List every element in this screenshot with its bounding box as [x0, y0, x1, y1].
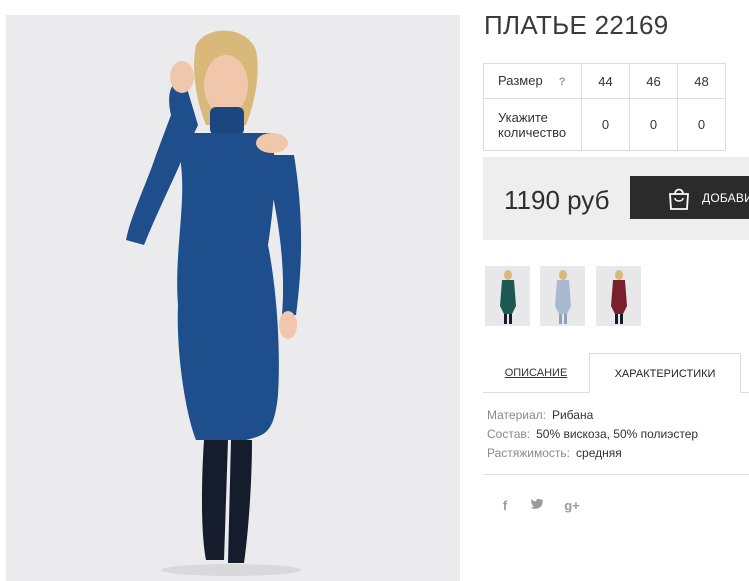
spec-value: Рибана	[551, 408, 594, 422]
size-help-icon[interactable]: ?	[559, 76, 566, 88]
price-panel: 1190 руб ДОБАВИ	[483, 157, 749, 240]
thumbnail-image	[555, 270, 571, 324]
thumbnail-image	[611, 270, 627, 324]
size-option[interactable]: 44	[581, 63, 630, 99]
product-title: ПЛАТЬЕ 22169	[484, 10, 669, 40]
spec-value: средняя	[576, 446, 622, 460]
model-photo	[6, 15, 460, 581]
size-table: Размер? 44 46 48 Укажите количество 0 0 …	[483, 63, 726, 151]
spec-key: Растяжимость:	[487, 446, 571, 460]
quantity-label-line-1: Укажите	[498, 109, 548, 125]
spec-value: 50% вискоза, 50% полиэстер	[536, 427, 699, 441]
spec-row: Растяжимость: средняя	[487, 446, 698, 465]
size-option[interactable]: 46	[629, 63, 678, 99]
google-plus-icon[interactable]: g+	[561, 497, 583, 515]
quantity-label-line-2: количество	[498, 124, 567, 140]
twitter-icon[interactable]	[526, 497, 548, 515]
size-label-cell: Размер?	[483, 63, 582, 99]
characteristics-list: Материал: Рибана Состав: 50% вискоза, 50% …	[487, 408, 698, 465]
tab-description[interactable]: ОПИСАНИЕ	[483, 353, 589, 393]
quantity-label-cell: Укажите количество	[483, 98, 582, 151]
facebook-icon[interactable]: f	[494, 497, 516, 515]
color-thumbnail-light-blue[interactable]	[540, 266, 585, 326]
size-label: Размер	[498, 72, 543, 88]
quantity-input[interactable]: 0	[581, 98, 630, 151]
color-thumbnail-green[interactable]	[485, 266, 530, 326]
shopping-bag-icon	[669, 188, 689, 210]
product-main-image[interactable]	[6, 15, 460, 581]
spec-key: Состав:	[487, 427, 531, 441]
quantity-input[interactable]: 0	[629, 98, 678, 151]
color-thumbnail-burgundy[interactable]	[596, 266, 641, 326]
spec-key: Материал:	[487, 408, 546, 422]
twitter-bird-icon	[530, 498, 544, 509]
add-to-cart-label: ДОБАВИ	[702, 191, 749, 205]
quantity-input[interactable]: 0	[677, 98, 726, 151]
section-divider	[483, 474, 749, 475]
product-tabs: ОПИСАНИЕ ХАРАКТЕРИСТИКИ	[483, 353, 749, 393]
tab-characteristics[interactable]: ХАРАКТЕРИСТИКИ	[589, 353, 741, 393]
spec-row: Материал: Рибана	[487, 408, 698, 427]
add-to-cart-button[interactable]: ДОБАВИ	[630, 176, 749, 219]
product-price: 1190 руб	[504, 185, 610, 215]
thumbnail-image	[500, 270, 516, 324]
size-option[interactable]: 48	[677, 63, 726, 99]
spec-row: Состав: 50% вискоза, 50% полиэстер	[487, 427, 698, 446]
